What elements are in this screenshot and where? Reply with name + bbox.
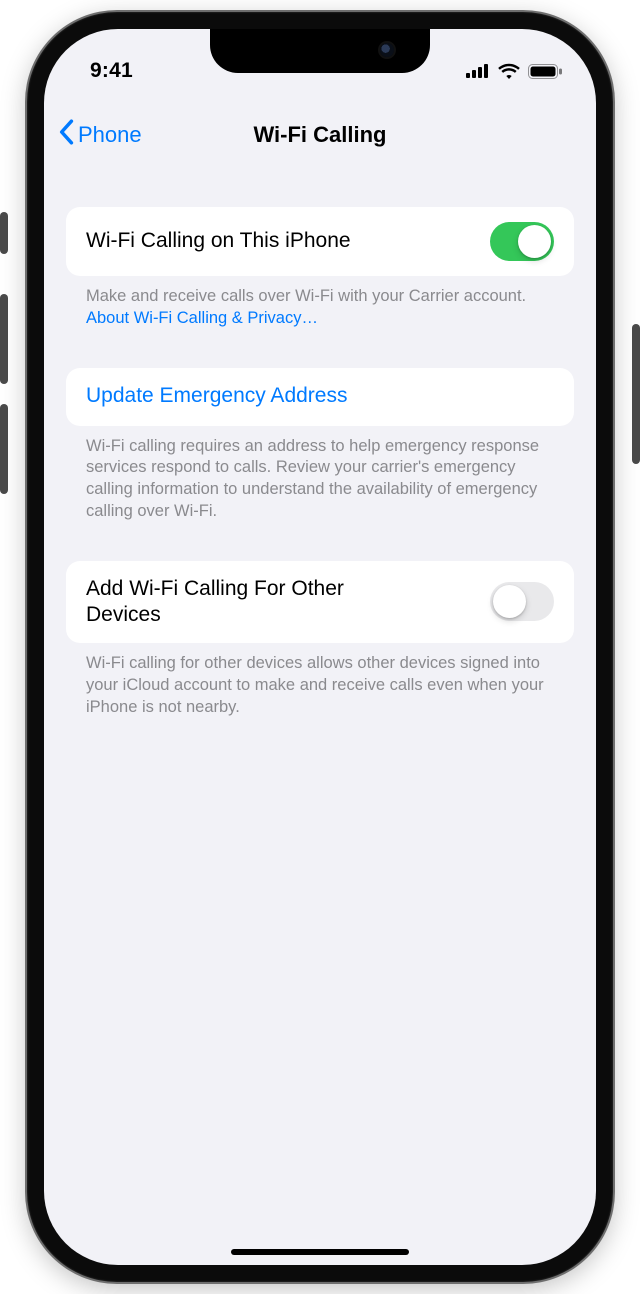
switch-wifi-calling[interactable]: [490, 222, 554, 261]
group-other-devices: Add Wi-Fi Calling For Other Devices Wi-F…: [66, 561, 574, 719]
row-label: Add Wi-Fi Calling For Other Devices: [86, 576, 406, 629]
wifi-icon: [498, 63, 520, 79]
row-add-wifi-calling-other-devices[interactable]: Add Wi-Fi Calling For Other Devices: [66, 561, 574, 644]
status-time: 9:41: [90, 59, 133, 83]
navigation-bar: Phone Wi-Fi Calling: [44, 103, 596, 167]
front-camera-icon: [380, 43, 394, 57]
footer-wifi-calling: Make and receive calls over Wi-Fi with y…: [66, 276, 574, 330]
row-wifi-calling-this-iphone[interactable]: Wi-Fi Calling on This iPhone: [66, 207, 574, 276]
silence-switch: [0, 212, 8, 254]
back-label: Phone: [78, 122, 142, 148]
notch: [210, 29, 430, 73]
stage: 9:41: [0, 0, 640, 1294]
switch-other-devices[interactable]: [490, 582, 554, 621]
volume-down-button: [0, 404, 8, 494]
cellular-icon: [466, 64, 490, 78]
power-button: [632, 324, 640, 464]
content: Wi-Fi Calling on This iPhone Make and re…: [44, 207, 596, 718]
row-label: Update Emergency Address: [86, 383, 347, 409]
screen: 9:41: [44, 29, 596, 1265]
volume-up-button: [0, 294, 8, 384]
device-frame: 9:41: [27, 12, 613, 1282]
footer-emergency-address: Wi-Fi calling requires an address to hel…: [66, 426, 574, 523]
about-wifi-calling-privacy-link[interactable]: About Wi-Fi Calling & Privacy…: [86, 309, 318, 327]
home-indicator[interactable]: [231, 1249, 409, 1255]
group-emergency-address: Update Emergency Address Wi-Fi calling r…: [66, 368, 574, 523]
footer-text: Make and receive calls over Wi-Fi with y…: [86, 287, 526, 305]
footer-other-devices: Wi-Fi calling for other devices allows o…: [66, 643, 574, 718]
row-update-emergency-address[interactable]: Update Emergency Address: [66, 368, 574, 426]
group-wifi-calling: Wi-Fi Calling on This iPhone Make and re…: [66, 207, 574, 330]
battery-icon: [528, 64, 562, 79]
back-button[interactable]: Phone: [58, 119, 142, 151]
chevron-left-icon: [58, 119, 74, 151]
status-icons: [466, 63, 562, 79]
row-label: Wi-Fi Calling on This iPhone: [86, 228, 351, 254]
page-title: Wi-Fi Calling: [253, 122, 386, 148]
